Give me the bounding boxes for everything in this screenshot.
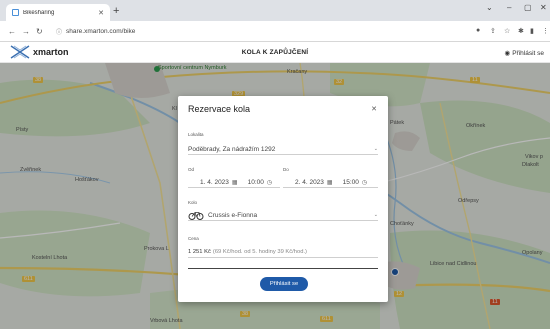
calendar-icon[interactable]: ▦ xyxy=(327,179,333,186)
location-select[interactable]: Poděbrady, Za nádražím 1292 ⌄ xyxy=(188,144,378,155)
price-label: Cena xyxy=(188,236,199,241)
reservation-dialog: Rezervace kola ✕ Lokalita Poděbrady, Za … xyxy=(178,96,388,302)
back-icon[interactable]: ← xyxy=(8,27,16,36)
chevron-down-icon: ⌄ xyxy=(373,212,378,218)
dialog-title: Rezervace kola xyxy=(188,104,251,114)
from-label: Od xyxy=(188,167,195,172)
maximize-icon[interactable]: ▢ xyxy=(524,3,532,12)
bike-select[interactable]: Crussis e-Fionna ⌄ xyxy=(188,210,378,221)
bicycle-icon xyxy=(188,212,204,220)
menu-icon[interactable]: ⋮ xyxy=(542,27,549,35)
chevron-down-icon: ⌄ xyxy=(373,146,378,152)
clock-icon[interactable]: ◷ xyxy=(267,179,272,186)
divider xyxy=(188,268,378,269)
location-label: Lokalita xyxy=(188,132,204,137)
price-detail: (69 Kč/hod. od 5. hodiny 39 Kč/hod.) xyxy=(212,249,307,255)
site-header: xmarton KOLA K ZAPŮJČENÍ ◉ Přihlásit se xyxy=(0,42,550,63)
minimize-icon[interactable]: – xyxy=(507,3,511,12)
to-time: 15:00 xyxy=(342,178,359,186)
price-field: 1 251 Kč (69 Kč/hod. od 5. hodiny 39 Kč/… xyxy=(188,247,378,258)
url-text[interactable]: share.xmarton.com/bike xyxy=(66,28,135,35)
location-value: Poděbrady, Za nádražím 1292 xyxy=(188,145,276,153)
header-login-link[interactable]: ◉ Přihlásit se xyxy=(504,49,544,58)
extensions-icon[interactable]: ✱ xyxy=(518,27,524,35)
reload-icon[interactable]: ↻ xyxy=(36,27,43,36)
from-time: 10:00 xyxy=(247,178,264,186)
address-bar: ← → ↻ ⓘ share.xmarton.com/bike ● ⇪ ☆ ✱ ▮… xyxy=(0,21,550,42)
forward-icon[interactable]: → xyxy=(22,27,30,36)
site-info-icon[interactable]: ⓘ xyxy=(56,27,62,36)
close-window-icon[interactable]: ✕ xyxy=(540,3,547,12)
location-icon[interactable]: ● xyxy=(476,27,480,34)
browser-tab[interactable]: Bikesharing ✕ xyxy=(6,4,110,21)
from-date: 1. 4. 2023 xyxy=(200,178,229,186)
clock-icon[interactable]: ◷ xyxy=(362,179,367,186)
bike-label: Kolo xyxy=(188,200,198,205)
tab-title: Bikesharing xyxy=(23,9,55,16)
from-datetime-field[interactable]: 1. 4. 2023 ▦ 10:00 ◷ xyxy=(188,177,280,188)
user-icon: ◉ xyxy=(504,50,511,57)
browser-tab-bar: Bikesharing ✕ + ⌄ – ▢ ✕ xyxy=(0,0,550,21)
bike-value: Crussis e-Fionna xyxy=(208,211,258,219)
tab-close-icon[interactable]: ✕ xyxy=(98,9,104,17)
share-icon[interactable]: ⇪ xyxy=(490,27,496,35)
sidebar-icon[interactable]: ▮ xyxy=(530,27,534,35)
calendar-icon[interactable]: ▦ xyxy=(232,179,238,186)
url-box[interactable]: ⓘ share.xmarton.com/bike xyxy=(56,24,464,39)
to-label: Do xyxy=(283,167,289,172)
close-icon[interactable]: ✕ xyxy=(371,105,377,113)
tab-favicon-icon xyxy=(12,9,19,16)
bookmark-star-icon[interactable]: ☆ xyxy=(504,27,510,35)
new-tab-button[interactable]: + xyxy=(113,5,119,17)
to-datetime-field[interactable]: 2. 4. 2023 ▦ 15:00 ◷ xyxy=(283,177,378,188)
to-date: 2. 4. 2023 xyxy=(295,178,324,186)
tab-list-icon[interactable]: ⌄ xyxy=(486,3,493,12)
header-login-label: Přihlásit se xyxy=(512,49,544,57)
price-value: 1 251 Kč xyxy=(188,249,211,255)
page-title: KOLA K ZAPŮJČENÍ xyxy=(241,49,309,56)
login-submit-button[interactable]: Přihlásit se xyxy=(260,277,308,291)
